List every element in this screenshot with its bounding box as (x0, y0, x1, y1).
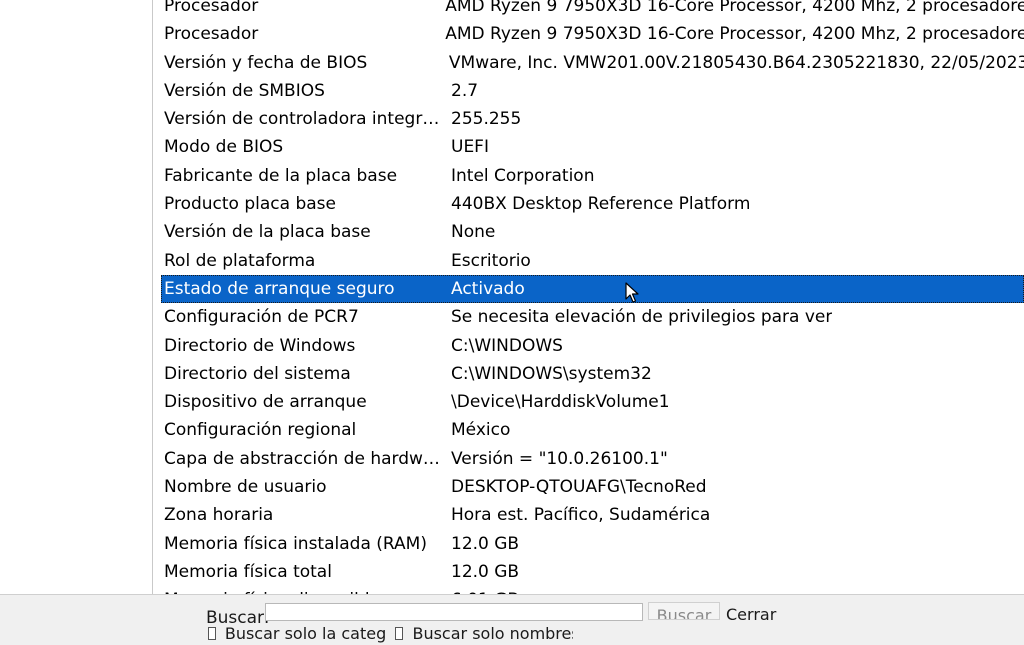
list-item[interactable]: Memoria física disponible6.01 GB (161, 586, 1024, 594)
item-cell: Directorio del sistema (164, 363, 351, 384)
list-item[interactable]: Directorio de Windows C:\WINDOWS (161, 332, 1024, 360)
list-item[interactable]: Producto placa base 440BX Desktop Referen… (161, 190, 1024, 218)
value-cell: AMD Ryzen 9 7950X3D 16-Core Processor, 4… (445, 0, 1024, 16)
close-find-button[interactable]: Cerrar búsqueda (726, 602, 800, 620)
checkbox-box[interactable] (208, 626, 216, 640)
value-cell: C:\WINDOWS (451, 335, 563, 356)
search-selected-category-checkbox[interactable]: Buscar solo la categoría seleccionada (208, 623, 385, 643)
search-category-names-checkbox[interactable]: Buscar solo nombres de categoría (395, 623, 573, 643)
mouse-pointer-icon (625, 282, 639, 303)
checkbox-label: Buscar solo nombres de categoría (412, 623, 573, 643)
find-button[interactable]: Buscar (648, 602, 720, 620)
item-cell: Fabricante de la placa base (164, 165, 398, 186)
value-cell: Se necesita elevación de privilegios par… (451, 307, 833, 328)
value-cell: 6.01 GB (445, 586, 519, 594)
list-item[interactable]: Versión de la placa base None (161, 218, 1024, 246)
list-item[interactable]: Memoria física instalada (RAM) 12.0 GB (161, 530, 1024, 558)
value-cell: 12.0 GB (451, 561, 520, 582)
list-item[interactable]: Versión y fecha de BIOS VMware, Inc. VMW2… (161, 49, 1024, 77)
item-cell: Dispositivo de arranque (164, 392, 367, 413)
item-cell: Producto placa base (164, 194, 336, 215)
list-item[interactable]: Directorio del sistema C:\WINDOWS\system3… (161, 360, 1024, 388)
list-item[interactable]: Versión de controladora integrada 255.255 (161, 105, 1024, 133)
item-cell: Versión y fecha de BIOS (164, 52, 368, 73)
list-item[interactable]: Versión de SMBIOS 2.7 (161, 77, 1024, 105)
find-label: Buscar: (206, 608, 270, 623)
value-cell: 440BX Desktop Reference Platform (451, 194, 751, 215)
item-cell: Memoria física total (164, 561, 332, 582)
list-item[interactable]: Estado de arranque seguro Activado (161, 274, 1024, 304)
checkbox-label: Buscar solo la categoría seleccionada (224, 623, 385, 643)
value-cell: Activado (451, 278, 525, 299)
value-cell: México (451, 420, 511, 441)
value-cell: Intel Corporation (451, 165, 595, 186)
list-item[interactable]: Procesador AMD Ryzen 9 7950X3D 16-Core Pr… (161, 0, 1024, 20)
item-cell: Procesador (164, 0, 259, 16)
item-cell: Rol de plataforma (164, 250, 316, 271)
item-cell: Estado de arranque seguro (164, 278, 395, 299)
item-cell: Zona horaria (164, 505, 274, 526)
value-cell: None (451, 222, 496, 243)
item-cell: Configuración de PCR7 (164, 307, 359, 328)
list-item[interactable]: Capa de abstracción de hardware Versión =… (161, 445, 1024, 473)
item-cell: Memoria física instalada (RAM) (164, 533, 427, 554)
list-item[interactable]: Fabricante de la placa base Intel Corpora… (161, 162, 1024, 190)
checkbox-box[interactable] (395, 626, 404, 640)
item-cell: Capa de abstracción de hardware (164, 448, 445, 469)
list-item[interactable]: Configuración de PCR7 Se necesita elevaci… (161, 303, 1024, 331)
value-cell: \Device\HarddiskVolume1 (451, 392, 670, 413)
list-item[interactable]: Configuración regional México (161, 416, 1024, 444)
item-cell: Directorio de Windows (164, 335, 356, 356)
value-cell: Hora est. Pacífico, Sudamérica (451, 505, 711, 526)
value-cell: AMD Ryzen 9 7950X3D 16-Core Processor, 4… (445, 24, 1024, 45)
item-cell: Versión de la placa base (164, 222, 371, 243)
item-cell: Procesador (164, 24, 259, 45)
item-cell: Nombre de usuario (164, 477, 327, 498)
item-cell: Versión de SMBIOS (164, 80, 325, 101)
find-bar: Buscar: Buscar Cerrar búsqueda Buscar so… (0, 594, 1024, 645)
value-cell: VMware, Inc. VMW201.00V.21805430.B64.230… (448, 52, 1024, 73)
list-item[interactable]: Zona horaria Hora est. Pacífico, Sudaméri… (161, 501, 1024, 529)
find-input[interactable] (265, 603, 643, 621)
value-cell: C:\WINDOWS\system32 (451, 363, 652, 384)
list-item[interactable]: Rol de plataforma Escritorio (161, 247, 1024, 275)
list-item[interactable]: Modo de BIOS UEFI (161, 133, 1024, 161)
system-information-window: Procesador AMD Ryzen 9 7950X3D 16-Core Pr… (0, 0, 1024, 645)
value-cell: DESKTOP-QTOUAFG\TecnoRed (451, 477, 707, 498)
system-summary-list[interactable]: Procesador AMD Ryzen 9 7950X3D 16-Core Pr… (161, 0, 1024, 594)
value-cell: Escritorio (451, 250, 531, 271)
item-cell: Versión de controladora integrada (164, 109, 445, 130)
value-cell: 255.255 (451, 109, 522, 130)
value-cell: 12.0 GB (451, 533, 520, 554)
list-item[interactable]: Memoria física total 12.0 GB (161, 558, 1024, 586)
list-item[interactable]: Dispositivo de arranque \Device\HarddiskV… (161, 388, 1024, 416)
category-tree-pane[interactable] (0, 0, 153, 594)
item-cell: Configuración regional (164, 420, 357, 441)
value-cell: Versión = "10.0.26100.1" (451, 448, 668, 469)
list-item[interactable]: Nombre de usuario DESKTOP-QTOUAFG\TecnoRe… (161, 473, 1024, 501)
item-cell: Modo de BIOS (164, 137, 284, 158)
value-cell: UEFI (451, 137, 489, 158)
list-item[interactable]: Procesador AMD Ryzen 9 7950X3D 16-Core Pr… (161, 20, 1024, 48)
item-cell: Memoria física disponible (161, 586, 445, 594)
value-cell: 2.7 (451, 80, 479, 101)
